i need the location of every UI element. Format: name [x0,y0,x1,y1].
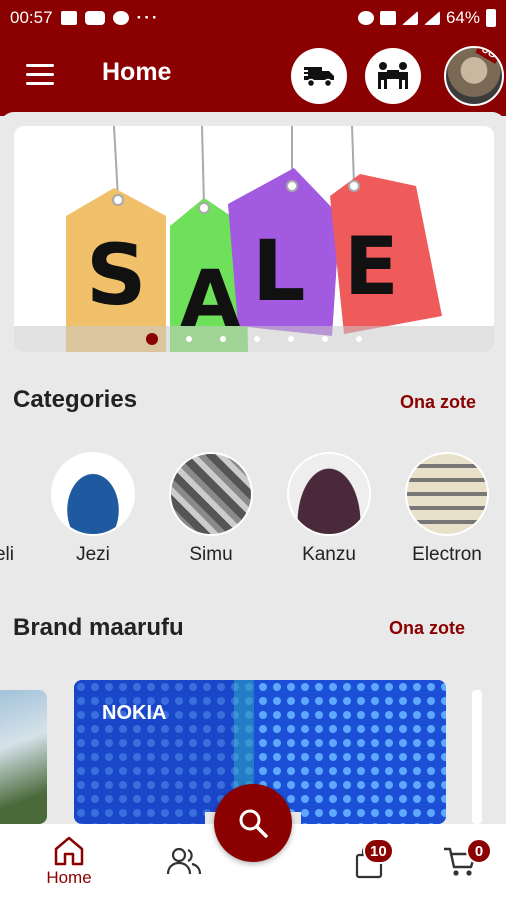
category-image [169,452,253,536]
twitter-icon [112,11,129,25]
category-image [287,452,371,536]
category-item[interactable]: Jezi [33,452,153,566]
delivery-button[interactable] [291,48,347,104]
category-image [405,452,489,536]
category-item[interactable]: eli [0,452,18,566]
truck-icon [302,67,334,88]
sale-tags-image: S A L E [66,126,442,352]
carousel-dot[interactable] [356,336,362,342]
categories-title: Categories [13,386,138,413]
carousel-dot[interactable] [220,336,226,342]
avatar-tag: UG [475,48,502,64]
battery-percent: 64% [445,8,480,27]
category-item[interactable]: Electron [387,452,506,566]
category-label: Electron [412,544,482,565]
carousel-dot[interactable] [254,336,260,342]
gallery-icon [60,11,77,25]
more-notifications-icon: ··· [136,8,160,27]
category-image [51,452,135,536]
nav-home[interactable]: Home [29,824,109,900]
categories-carousel[interactable]: eli Jezi Simu Kanzu Electron [0,452,506,572]
carousel-dot-active[interactable] [146,333,158,345]
nav-cart[interactable]: 0 [420,824,500,900]
people-icon [166,847,202,875]
nav-home-label: Home [46,868,92,887]
carousel-dot[interactable] [288,336,294,342]
brand-card[interactable] [0,690,47,824]
youtube-icon [84,11,105,25]
avatar[interactable]: UG [444,46,504,106]
brands-see-all-link[interactable]: Ona zote [389,618,465,639]
movers-button[interactable] [365,48,421,104]
orders-badge: 10 [363,838,394,864]
home-icon [54,836,84,866]
brands-title: Brand maarufu [13,614,184,641]
status-time: 00:57 [10,8,53,27]
promo-banner[interactable]: S A L E [14,126,494,352]
signal-icon [401,11,418,25]
mute-icon [379,11,396,25]
category-item[interactable]: Simu [151,452,271,566]
banner-letter-l: L [252,222,306,320]
alarm-icon [357,11,374,25]
search-icon [239,809,268,838]
nav-orders[interactable]: 10 [329,824,409,900]
banner-letter-s: S [86,226,147,324]
brand-name: NOKIA [102,702,167,724]
signal-icon [423,11,440,25]
search-button[interactable] [214,784,292,862]
menu-icon[interactable] [26,64,54,86]
categories-see-all-link[interactable]: Ona zote [400,392,476,413]
category-label: eli [0,544,14,565]
cart-badge: 0 [466,838,492,864]
carousel-dot[interactable] [322,336,328,342]
battery-icon [486,9,496,27]
category-label: Jezi [76,544,110,565]
category-label: Simu [189,544,233,565]
page-title: Home [102,58,172,86]
carousel-indicator [14,326,494,352]
category-label: Kanzu [302,544,356,565]
status-bar: 00:57 ··· 64% [0,0,506,36]
people-carry-icon [378,62,408,89]
app-bar: Home UG [0,36,506,116]
brand-card[interactable] [472,690,482,824]
category-item[interactable]: Kanzu [269,452,389,566]
nav-community[interactable] [144,824,224,900]
banner-letter-e: E [344,220,399,313]
carousel-dot[interactable] [186,336,192,342]
